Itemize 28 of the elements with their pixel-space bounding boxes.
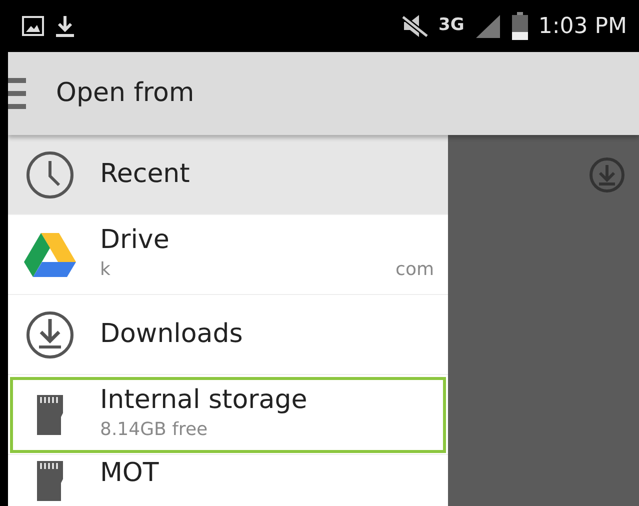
item-label: MOT [100,459,160,489]
app-bar-title: Open from [56,77,194,110]
download-icon [54,14,76,38]
battery-icon [512,12,528,40]
item-label: Drive [100,226,170,256]
clock-time: 1:03 PM [538,12,627,40]
download-icon [589,157,625,193]
item-label: Downloads [100,320,244,350]
mute-icon [400,13,429,39]
account-text: com [396,258,434,282]
drawer-item[interactable]: Recent [8,135,448,215]
sd-card-icon [35,392,65,436]
drawer-item[interactable]: MOT [8,455,448,506]
network-type: 3G [438,14,464,38]
menu-icon[interactable] [8,76,26,112]
signal-icon [474,13,502,39]
image-icon [22,16,44,36]
sd-card-icon [35,459,65,503]
item-label: Recent [100,160,191,190]
drive-logo-icon [23,230,77,278]
drawer-item[interactable]: Downloads [8,295,448,375]
account-text: k [100,258,110,282]
item-label: Internal storage [100,386,308,416]
drawer-item[interactable]: Internal storage 8.14GB free [8,375,448,455]
drawer-item[interactable]: Drive k com [8,215,448,295]
free-space-text: 8.14GB free [100,418,209,442]
download-icon [25,310,75,360]
clock-icon [25,150,75,200]
